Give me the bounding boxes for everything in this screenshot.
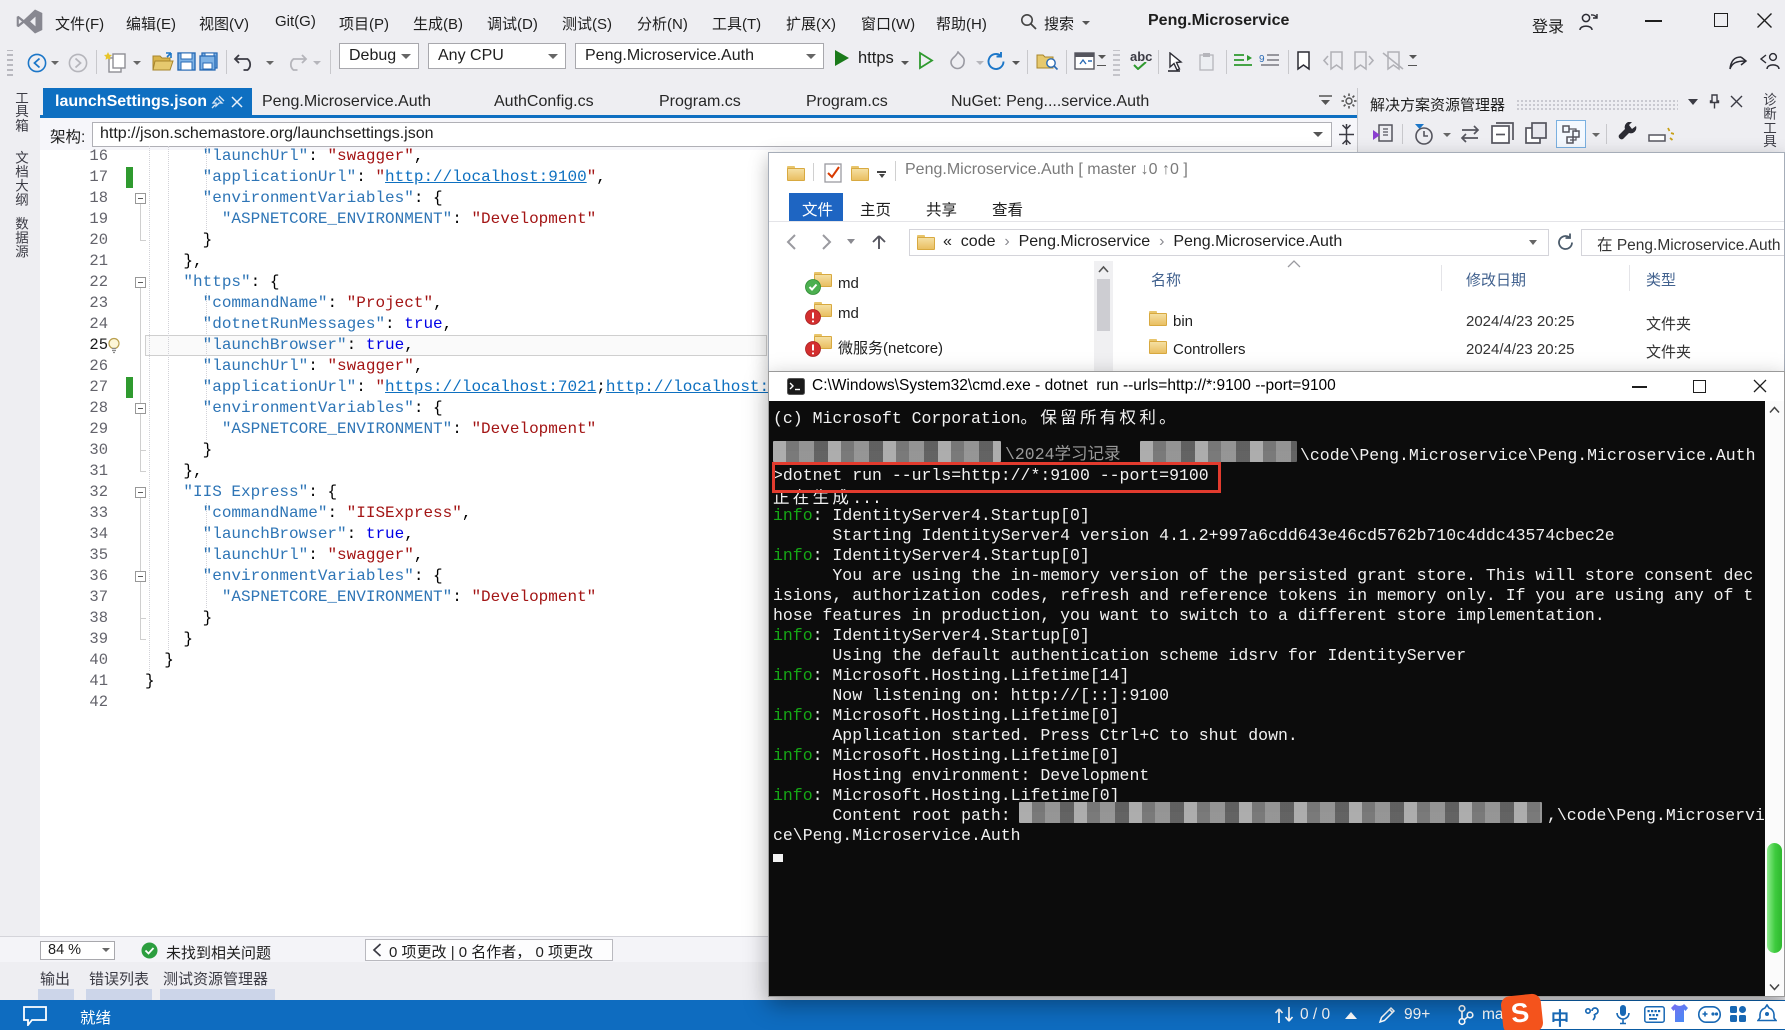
svg-text:9: 9 [1259, 54, 1265, 65]
